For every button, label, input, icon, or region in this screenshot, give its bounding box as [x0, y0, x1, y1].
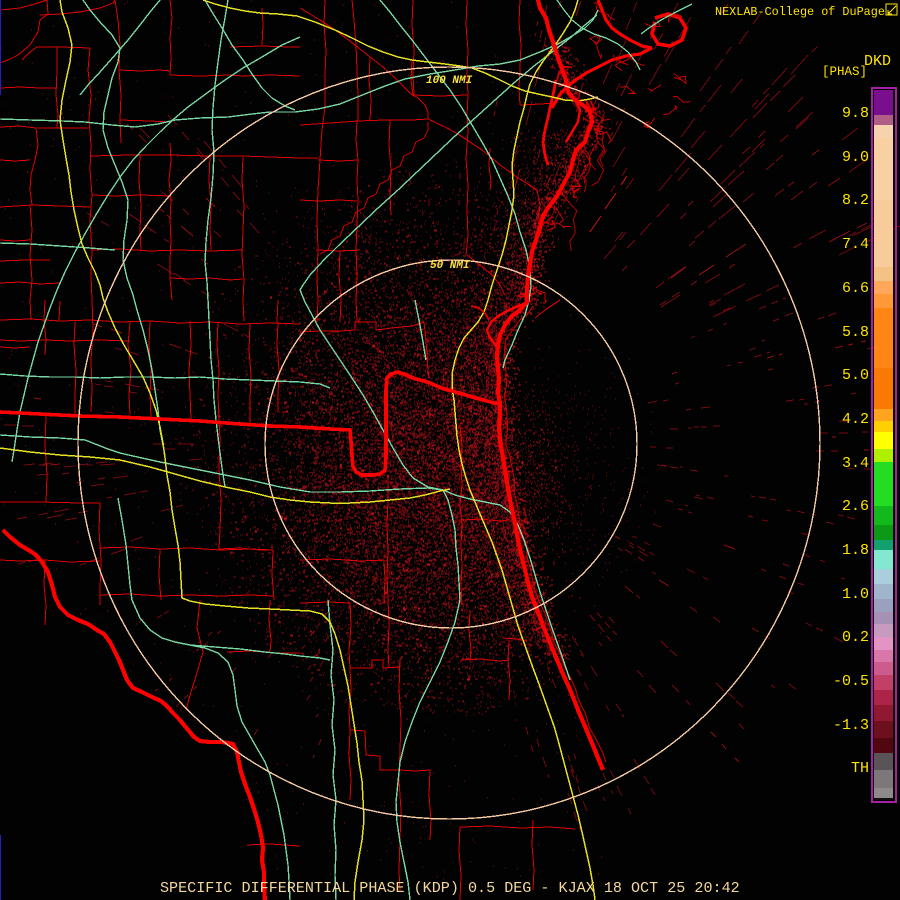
- svg-text:0.2: 0.2: [842, 629, 869, 646]
- svg-text:DKD: DKD: [864, 53, 891, 70]
- svg-text:1.8: 1.8: [842, 542, 869, 559]
- svg-text:-1.3: -1.3: [833, 717, 869, 734]
- svg-text:50 NMI: 50 NMI: [430, 260, 470, 272]
- svg-text:NEXLAB-College of DuPage: NEXLAB-College of DuPage: [715, 5, 885, 19]
- svg-text:1.0: 1.0: [842, 586, 869, 603]
- svg-text:5.8: 5.8: [842, 324, 869, 341]
- svg-text:7.4: 7.4: [842, 236, 869, 253]
- svg-text:[PHAS]: [PHAS]: [822, 65, 867, 79]
- svg-text:4.2: 4.2: [842, 411, 869, 428]
- svg-text:-0.5: -0.5: [833, 673, 869, 690]
- svg-text:9.0: 9.0: [842, 149, 869, 166]
- svg-text:TH: TH: [851, 760, 869, 777]
- svg-text:5.0: 5.0: [842, 367, 869, 384]
- svg-text:100 NMI: 100 NMI: [426, 75, 473, 87]
- svg-text:SPECIFIC DIFFERENTIAL PHASE (K: SPECIFIC DIFFERENTIAL PHASE (KDP) 0.5 DE…: [160, 879, 740, 897]
- svg-text:6.6: 6.6: [842, 280, 869, 297]
- svg-text:2.6: 2.6: [842, 498, 869, 515]
- svg-text:9.8: 9.8: [842, 105, 869, 122]
- svg-text:3.4: 3.4: [842, 455, 869, 472]
- svg-text:8.2: 8.2: [842, 192, 869, 209]
